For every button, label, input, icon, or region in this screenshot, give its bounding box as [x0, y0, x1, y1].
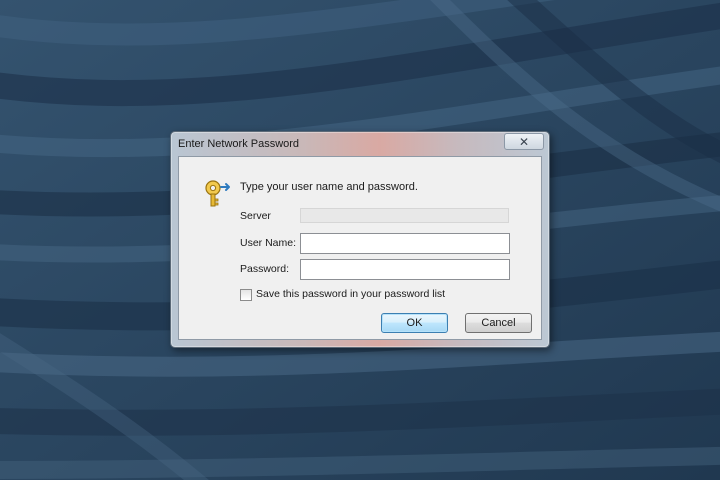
password-input[interactable]	[300, 259, 510, 280]
username-input[interactable]	[300, 233, 510, 254]
dialog-titlebar[interactable]: Enter Network Password ✕	[171, 132, 549, 156]
ok-button[interactable]: OK	[381, 313, 448, 333]
save-password-checkbox[interactable]	[240, 289, 252, 301]
network-password-dialog: Enter Network Password ✕ Type your user …	[170, 131, 550, 348]
key-icon	[205, 180, 230, 207]
password-label: Password:	[240, 263, 290, 275]
dialog-body: Type your user name and password. Server…	[178, 156, 542, 340]
username-label: User Name:	[240, 237, 297, 249]
close-icon: ✕	[518, 134, 530, 149]
cancel-button[interactable]: Cancel	[465, 313, 532, 333]
dialog-title: Enter Network Password	[178, 138, 300, 150]
save-password-label[interactable]: Save this password in your password list	[256, 288, 445, 300]
dialog-prompt: Type your user name and password.	[240, 181, 418, 193]
close-button[interactable]: ✕	[504, 133, 544, 150]
server-label: Server	[240, 210, 271, 222]
server-value	[300, 208, 509, 223]
